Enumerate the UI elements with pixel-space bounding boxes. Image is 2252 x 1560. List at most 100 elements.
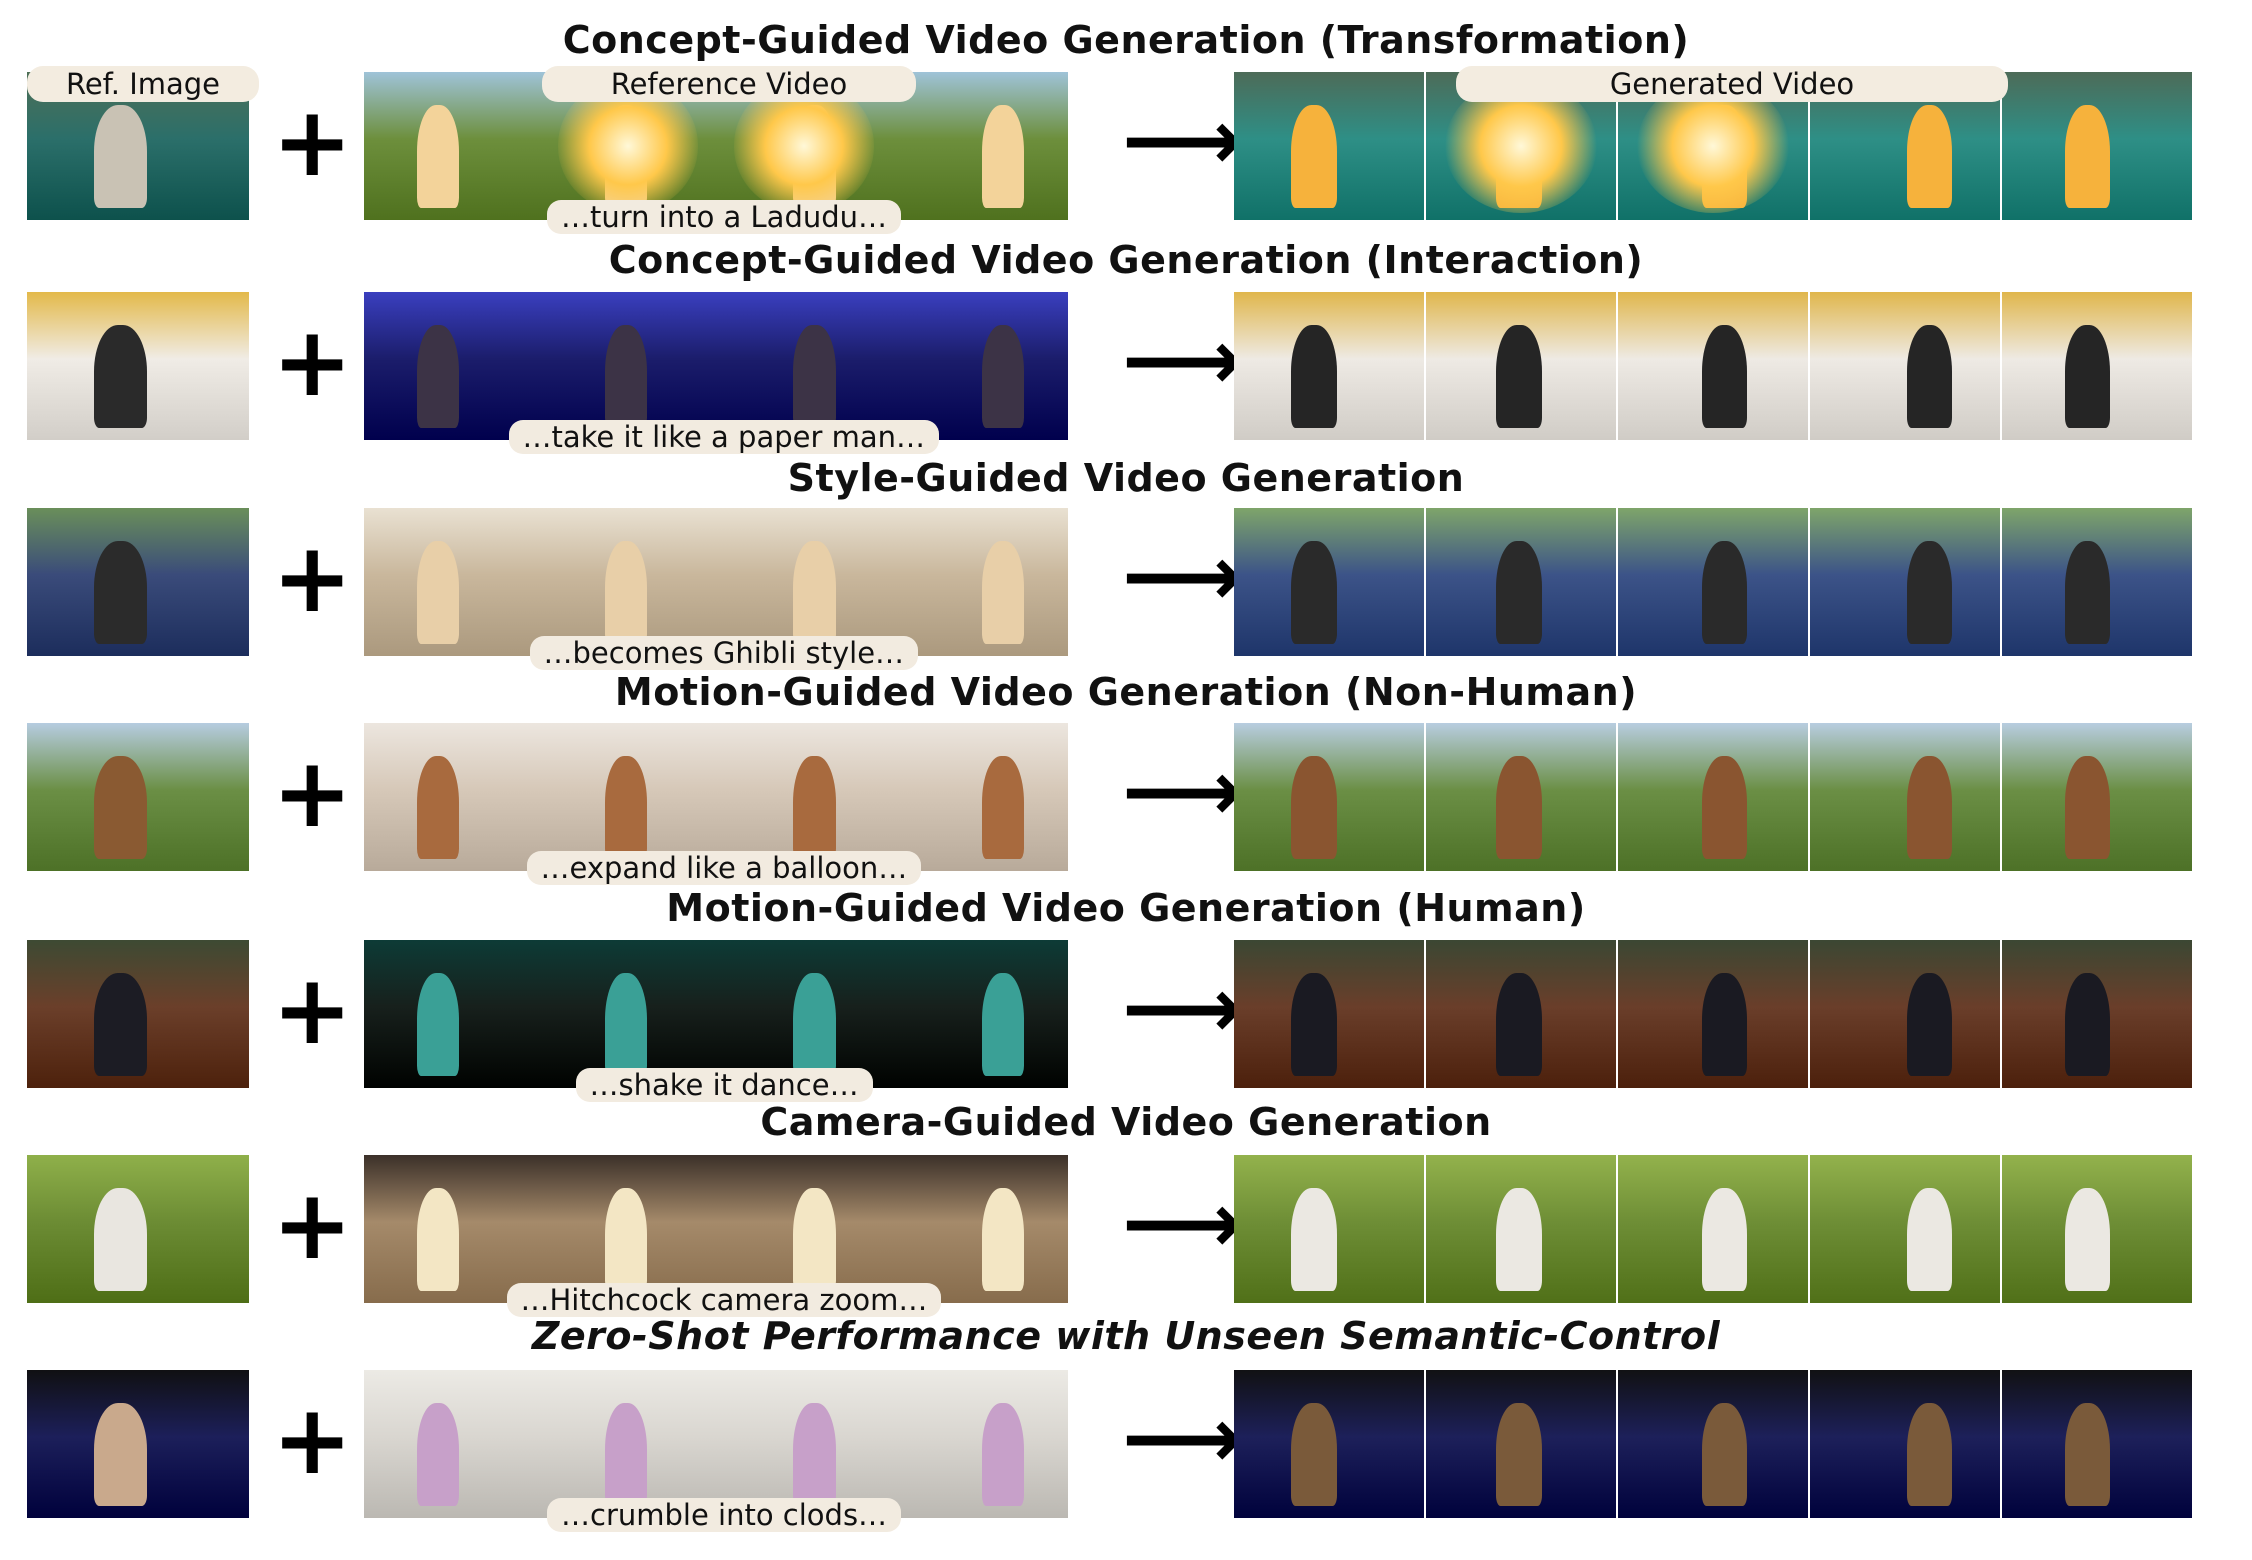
reference-video-frame xyxy=(892,508,1068,656)
arrow-right-icon: ⟶ xyxy=(1122,959,1243,1057)
reference-video-frame xyxy=(892,1370,1068,1518)
frame-subject xyxy=(605,1402,648,1507)
row-title: Motion-Guided Video Generation (Non-Huma… xyxy=(614,670,1638,714)
frame-subject xyxy=(416,104,460,209)
frame-subject xyxy=(605,324,648,429)
frame-subject xyxy=(1906,540,1953,645)
reference-image-frame xyxy=(27,723,249,871)
plus-icon: + xyxy=(272,86,353,198)
reference-video-frame xyxy=(364,940,540,1088)
reference-video-frame xyxy=(716,723,892,871)
frame-subject xyxy=(981,972,1024,1077)
frame-subject xyxy=(1496,1187,1542,1292)
frame-ground xyxy=(1810,138,2000,220)
frame-subject xyxy=(93,104,147,209)
plus-icon: + xyxy=(272,522,353,634)
frame-subject xyxy=(416,540,460,645)
frame-subject xyxy=(93,540,147,645)
frame-subject xyxy=(1496,1402,1542,1507)
reference-video-frame xyxy=(716,292,892,440)
frame-subject xyxy=(793,755,836,860)
frame-background xyxy=(892,292,1068,359)
frame-subject xyxy=(793,1187,836,1292)
generated-video-frame xyxy=(1618,723,1808,871)
frame-background xyxy=(892,1155,1068,1222)
arrow-right-icon: ⟶ xyxy=(1122,311,1243,409)
frame-subject xyxy=(416,1187,460,1292)
generated-video-frame xyxy=(1618,292,1808,440)
generated-video-frame xyxy=(1810,940,2000,1088)
frame-background xyxy=(892,723,1068,790)
plus-icon: + xyxy=(272,1384,353,1496)
reference-video-frame xyxy=(892,940,1068,1088)
frame-subject xyxy=(1291,324,1337,429)
generated-video-frame xyxy=(1810,1155,2000,1303)
arrow-right-icon: ⟶ xyxy=(1122,742,1243,840)
frame-subject xyxy=(416,1402,460,1507)
prompt-caption: …turn into a Ladudu… xyxy=(547,200,902,234)
reference-video-frame xyxy=(540,1155,716,1303)
generated-video-frame xyxy=(2002,940,2192,1088)
generated-video-frame xyxy=(1234,508,1424,656)
frame-background xyxy=(1810,1370,2000,1437)
frame-subject xyxy=(2064,972,2111,1077)
frame-subject xyxy=(981,1187,1024,1292)
frame-subject xyxy=(1701,324,1748,429)
reference-video-frame xyxy=(716,940,892,1088)
frame-subject xyxy=(93,1402,147,1507)
frame-subject xyxy=(1496,540,1542,645)
reference-video-frame xyxy=(540,940,716,1088)
prompt-caption: …becomes Ghibli style… xyxy=(529,636,919,670)
reference-image-frame xyxy=(27,292,249,440)
frame-background xyxy=(1810,1155,2000,1222)
frame-subject xyxy=(1291,540,1337,645)
reference-video-frame xyxy=(716,1155,892,1303)
frame-subject xyxy=(605,1187,648,1292)
frame-subject xyxy=(1291,104,1337,209)
frame-subject xyxy=(1291,972,1337,1077)
frame-subject xyxy=(416,755,460,860)
generated-video-frame xyxy=(2002,1370,2192,1518)
frame-subject xyxy=(605,540,648,645)
reference-video-frame xyxy=(892,723,1068,871)
generated-video-frame xyxy=(1426,723,1616,871)
generated-video-frame xyxy=(1426,1155,1616,1303)
frame-subject xyxy=(981,540,1024,645)
frame-subject xyxy=(793,972,836,1077)
generated-video-frame xyxy=(1810,508,2000,656)
frame-ground xyxy=(1810,1221,2000,1303)
frame-subject xyxy=(981,104,1024,209)
frame-subject xyxy=(1496,755,1542,860)
frame-subject xyxy=(981,755,1024,860)
reference-video-frame xyxy=(364,72,540,220)
generated-video-frame xyxy=(2002,508,2192,656)
frame-subject xyxy=(93,972,147,1077)
frame-subject xyxy=(1701,1402,1748,1507)
reference-video-frame xyxy=(892,1155,1068,1303)
frame-subject xyxy=(981,1402,1024,1507)
frame-background xyxy=(892,940,1068,1007)
frame-background xyxy=(892,508,1068,575)
generated-video-frame xyxy=(2002,72,2192,220)
frame-subject xyxy=(1701,1187,1748,1292)
plus-icon: + xyxy=(272,954,353,1066)
frame-ground xyxy=(1810,574,2000,656)
frame-ground xyxy=(1810,1436,2000,1518)
reference-video-frame xyxy=(716,508,892,656)
generated-video-frame xyxy=(1618,1370,1808,1518)
frame-subject xyxy=(1496,972,1542,1077)
generated-video-frame xyxy=(2002,723,2192,871)
prompt-caption: …take it like a paper man… xyxy=(508,420,940,454)
reference-image-frame xyxy=(27,1370,249,1518)
prompt-caption: …crumble into clods… xyxy=(547,1498,902,1532)
generated-video-frame xyxy=(1618,508,1808,656)
reference-video-frame xyxy=(364,508,540,656)
arrow-right-icon: ⟶ xyxy=(1122,1389,1243,1487)
reference-video-frame xyxy=(364,723,540,871)
generated-video-frame xyxy=(1618,1155,1808,1303)
frame-subject xyxy=(93,1187,147,1292)
generated-video-label: Generated Video xyxy=(1456,66,2008,102)
reference-video-frame xyxy=(892,292,1068,440)
frame-ground xyxy=(892,574,1068,656)
frame-subject xyxy=(2064,1402,2111,1507)
